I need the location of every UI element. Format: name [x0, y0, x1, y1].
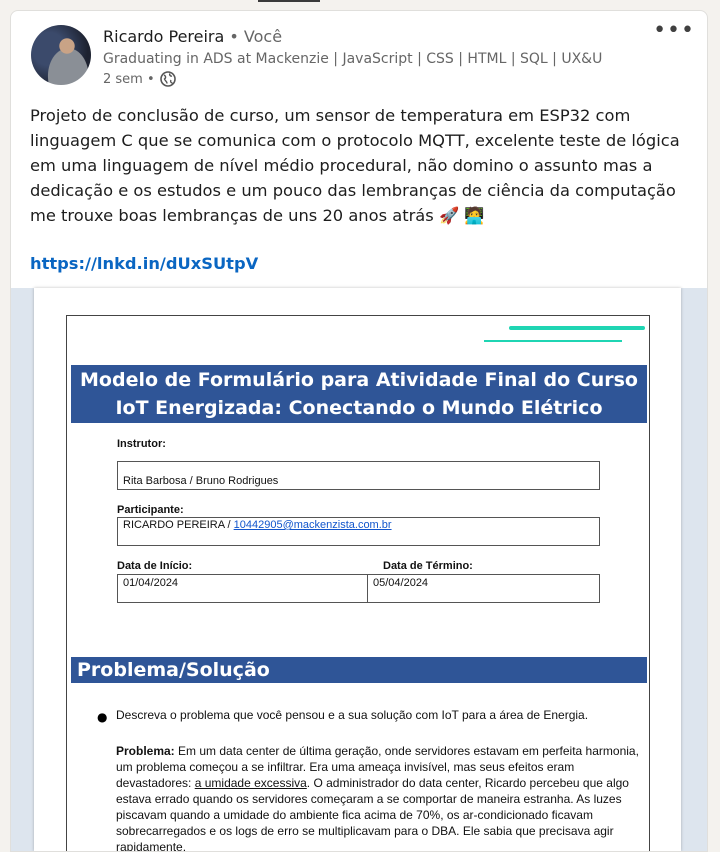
more-options-button[interactable]: •••: [653, 20, 695, 42]
instrutor-field: Rita Barbosa / Bruno Rodrigues: [117, 461, 600, 490]
title-line-1: Modelo de Formulário para Atividade Fina…: [80, 369, 638, 391]
post-time: 2 sem •: [103, 71, 155, 87]
participante-field: RICARDO PEREIRA / 10442905@mackenzista.c…: [117, 517, 600, 546]
globe-icon: [159, 71, 176, 87]
author-name[interactable]: Ricardo Pereira • Você: [103, 27, 282, 46]
inicio-field: 01/04/2024: [117, 574, 368, 603]
document-title: Modelo de Formulário para Atividade Fina…: [71, 365, 647, 423]
post-link[interactable]: https://lnkd.in/dUxSUtpV: [30, 254, 258, 273]
inicio-value: 01/04/2024: [123, 577, 179, 589]
instrutor-label: Instrutor:: [117, 438, 166, 450]
avatar[interactable]: [31, 25, 91, 85]
section-title: Problema/Solução: [71, 657, 647, 683]
problem-paragraph: Problema: Em um data center de última ge…: [116, 743, 646, 851]
document-viewer[interactable]: Modelo de Formulário para Atividade Fina…: [11, 288, 707, 851]
problem-label: Problema:: [116, 744, 175, 758]
termino-label: Data de Término:: [383, 560, 473, 572]
participante-email[interactable]: 10442905@mackenzista.com.br: [234, 519, 392, 531]
instrutor-value: Rita Barbosa / Bruno Rodrigues: [123, 475, 279, 487]
bullet-text: Descreva o problema que você pensou e a …: [116, 708, 589, 722]
participante-label: Participante:: [117, 504, 184, 516]
post-text: Projeto de conclusão de curso, um sensor…: [30, 106, 680, 225]
title-line-2: IoT Energizada: Conectando o Mundo Elétr…: [115, 397, 603, 419]
accent-line: [509, 326, 645, 330]
document-page: Modelo de Formulário para Atividade Fina…: [34, 288, 681, 851]
bullet-dot: ●: [97, 710, 108, 724]
participante-name: RICARDO PEREIRA /: [123, 519, 234, 531]
accent-line: [484, 340, 622, 342]
inicio-label: Data de Início:: [117, 560, 193, 572]
post-card: Ricardo Pereira • Você Graduating in ADS…: [10, 10, 708, 852]
post-meta: 2 sem •: [103, 71, 176, 87]
termino-value: 05/04/2024: [373, 577, 429, 589]
top-divider: [258, 0, 320, 2]
author-name-text[interactable]: Ricardo Pereira: [103, 27, 224, 46]
author-headline: Graduating in ADS at Mackenzie | JavaScr…: [103, 51, 603, 67]
termino-field: 05/04/2024: [367, 574, 600, 603]
connection-degree: • Você: [229, 27, 283, 46]
problem-underlined: a umidade excessiva: [194, 776, 307, 790]
